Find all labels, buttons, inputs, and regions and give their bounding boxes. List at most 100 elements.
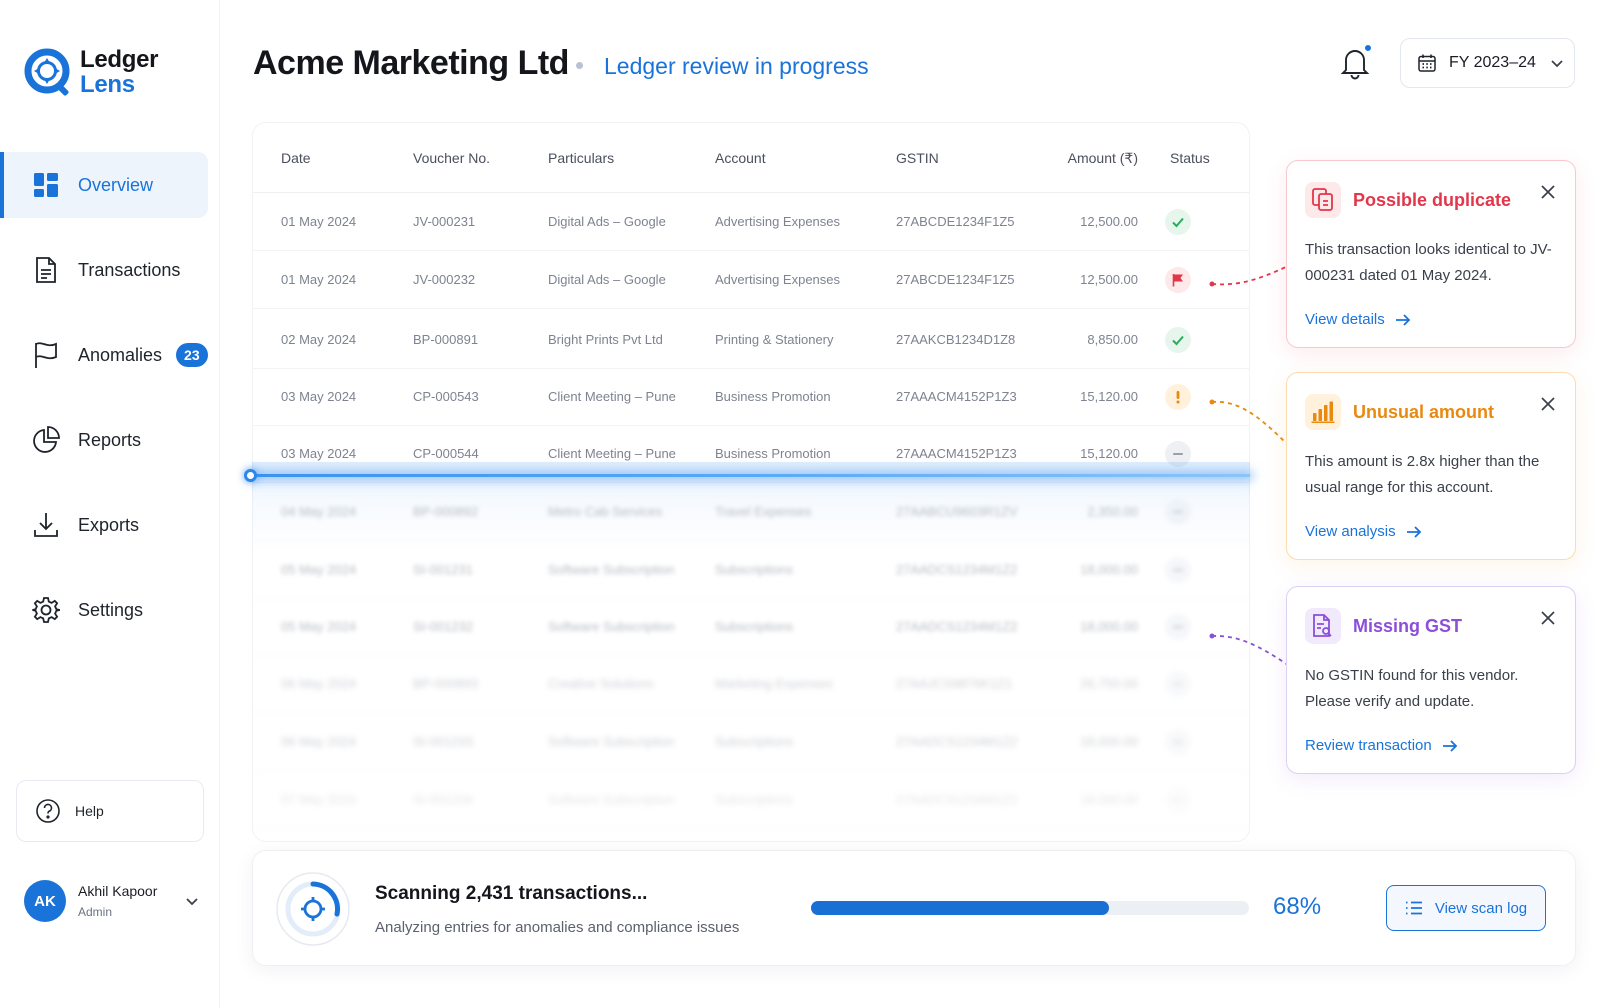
table-row[interactable]: 05 May 2024 SI-001231 Software Subscriptio… bbox=[253, 541, 1249, 599]
help-label: Help bbox=[75, 803, 104, 819]
column-header-account[interactable]: Account bbox=[715, 123, 766, 193]
table-row[interactable]: 05 May 2024 SI-001232 Software Subscriptio… bbox=[253, 598, 1249, 656]
user-menu[interactable]: AK Akhil Kapoor Admin bbox=[24, 880, 200, 922]
cell-voucher: JV-000232 bbox=[413, 272, 476, 287]
cell-amount: 18,000.00 bbox=[1080, 562, 1138, 577]
chevron-down-icon[interactable] bbox=[184, 893, 200, 909]
cell-date: 05 May 2024 bbox=[281, 619, 357, 634]
cell-account: Subscriptions bbox=[715, 619, 794, 634]
anomalies-count-badge: 23 bbox=[176, 343, 208, 367]
alert-link-label: View analysis bbox=[1305, 523, 1396, 540]
status-pending-dash-icon[interactable] bbox=[1165, 671, 1191, 697]
column-header-amount[interactable]: Amount (₹) bbox=[1068, 123, 1138, 193]
cell-gstin: 27AABCU9603R1ZV bbox=[896, 504, 1018, 519]
cell-amount: 12,500.00 bbox=[1080, 214, 1138, 229]
sidebar-item-reports[interactable]: Reports bbox=[0, 407, 220, 473]
alert-title: Unusual amount bbox=[1353, 401, 1495, 422]
cell-date: 01 May 2024 bbox=[281, 272, 357, 287]
alert-card-possible-duplicate: Possible duplicate This transaction look… bbox=[1286, 160, 1576, 348]
status-check-icon[interactable] bbox=[1165, 209, 1191, 235]
table-row[interactable]: 06 May 2024 SI-001233 Software Subscriptio… bbox=[253, 713, 1249, 771]
alert-message: No GSTIN found for this vendor. Please v… bbox=[1305, 667, 1519, 710]
cell-date: 04 May 2024 bbox=[281, 504, 357, 519]
cell-gstin: 27AADCS1234M1Z2 bbox=[896, 734, 1018, 749]
scan-line bbox=[252, 474, 1250, 477]
status-pending-dash-icon[interactable] bbox=[1165, 787, 1191, 813]
cell-voucher: SI-001233 bbox=[413, 734, 473, 749]
cell-voucher: SI-001231 bbox=[413, 562, 473, 577]
scan-progress-card: Scanning 2,431 transactions... Analyzing… bbox=[252, 850, 1576, 966]
sidebar-item-exports[interactable]: Exports bbox=[0, 492, 220, 558]
view-details-link[interactable]: View details bbox=[1305, 311, 1411, 328]
cell-date: 06 May 2024 bbox=[281, 676, 357, 691]
column-header-particulars[interactable]: Particulars bbox=[548, 123, 614, 193]
cell-date: 03 May 2024 bbox=[281, 389, 357, 404]
download-icon bbox=[32, 511, 60, 539]
cell-particulars: Metro Cab Services bbox=[548, 504, 663, 519]
column-header-voucher[interactable]: Voucher No. bbox=[413, 123, 490, 193]
cell-particulars: Software Subscription bbox=[548, 619, 675, 634]
cell-account: Advertising Expenses bbox=[715, 272, 841, 287]
brand-logo[interactable]: Ledger Lens bbox=[24, 46, 159, 98]
cell-amount: 15,120.00 bbox=[1080, 389, 1138, 404]
transactions-table: Date Voucher No. Particulars Account GST… bbox=[252, 122, 1250, 842]
pie-chart-icon bbox=[32, 426, 60, 454]
status-flag-icon[interactable] bbox=[1165, 267, 1191, 293]
sidebar-item-label: Reports bbox=[78, 429, 142, 450]
cell-particulars: Bright Prints Pvt Ltd bbox=[548, 332, 663, 347]
view-scan-log-label: View scan log bbox=[1434, 899, 1528, 917]
status-pending-dash-icon[interactable] bbox=[1165, 729, 1191, 755]
scan-subtitle: Analyzing entries for anomalies and comp… bbox=[375, 919, 740, 936]
column-header-date[interactable]: Date bbox=[281, 123, 311, 193]
table-row[interactable]: 04 May 2024 BP-000892 Metro Cab Services Tr… bbox=[253, 483, 1249, 541]
cell-account: Advertising Expenses bbox=[715, 214, 841, 229]
scan-spinner-icon bbox=[276, 872, 350, 946]
overview-grid-icon bbox=[32, 171, 60, 199]
cell-account: Printing & Stationery bbox=[715, 332, 834, 347]
cell-account: Marketing Expenses bbox=[715, 676, 833, 691]
sidebar-item-transactions[interactable]: Transactions bbox=[0, 237, 220, 303]
status-pending-dash-icon[interactable] bbox=[1165, 614, 1191, 640]
table-row[interactable]: 01 May 2024 JV-000232 Digital Ads – Google… bbox=[253, 251, 1249, 309]
table-row[interactable]: 02 May 2024 BP-000891 Bright Prints Pvt Lt… bbox=[253, 311, 1249, 369]
cell-voucher: BP-000893 bbox=[413, 676, 479, 691]
cell-amount: 8,850.00 bbox=[1087, 332, 1138, 347]
review-transaction-link[interactable]: Review transaction bbox=[1305, 737, 1458, 754]
table-row[interactable]: 03 May 2024 CP-000543 Client Meeting – Pun… bbox=[253, 368, 1249, 426]
column-header-gstin[interactable]: GSTIN bbox=[896, 123, 939, 193]
table-row[interactable]: 01 May 2024 JV-000231 Digital Ads – Google… bbox=[253, 193, 1249, 251]
table-row[interactable]: 06 May 2024 BP-000893 Creative Solutions Ma… bbox=[253, 655, 1249, 713]
status-exclamation-icon[interactable] bbox=[1165, 384, 1191, 410]
sidebar: Ledger Lens Overview Transactions Anomal… bbox=[0, 0, 220, 1008]
cell-amount: 18,000.00 bbox=[1080, 792, 1138, 807]
scan-progress-bar bbox=[811, 901, 1249, 915]
status-pending-dash-icon[interactable] bbox=[1165, 441, 1191, 467]
status-pending-dash-icon[interactable] bbox=[1165, 499, 1191, 525]
user-name: Akhil Kapoor bbox=[78, 883, 158, 899]
close-icon[interactable] bbox=[1539, 183, 1557, 201]
sidebar-item-overview[interactable]: Overview bbox=[0, 152, 208, 218]
close-icon[interactable] bbox=[1539, 609, 1557, 627]
table-row[interactable]: 07 May 2024 SI-001234 Software Subscriptio… bbox=[253, 771, 1249, 829]
cell-gstin: 27AAJCS9876K1Z1 bbox=[896, 676, 1013, 691]
cell-gstin: 27AAACM4152P1Z3 bbox=[896, 389, 1017, 404]
sidebar-item-settings[interactable]: Settings bbox=[0, 577, 220, 643]
cell-date: 06 May 2024 bbox=[281, 734, 357, 749]
cell-account: Subscriptions bbox=[715, 792, 794, 807]
cell-voucher: JV-000231 bbox=[413, 214, 476, 229]
cell-voucher: BP-000891 bbox=[413, 332, 479, 347]
close-icon[interactable] bbox=[1539, 395, 1557, 413]
ledger-lens-logo-icon bbox=[24, 48, 70, 96]
status-check-icon[interactable] bbox=[1165, 327, 1191, 353]
view-scan-log-button[interactable]: View scan log bbox=[1386, 885, 1546, 931]
view-analysis-link[interactable]: View analysis bbox=[1305, 523, 1422, 540]
sidebar-item-anomalies[interactable]: Anomalies 23 bbox=[0, 322, 220, 388]
cell-particulars: Software Subscription bbox=[548, 734, 675, 749]
brand-name-line2: Lens bbox=[80, 71, 135, 98]
cell-account: Travel Expenses bbox=[715, 504, 812, 519]
cell-particulars: Creative Solutions bbox=[548, 676, 654, 691]
column-header-status[interactable]: Status bbox=[1170, 123, 1210, 193]
status-pending-dash-icon[interactable] bbox=[1165, 557, 1191, 583]
fiscal-year-select[interactable]: FY 2023–24 bbox=[1400, 38, 1575, 88]
help-button[interactable]: Help bbox=[16, 780, 204, 842]
